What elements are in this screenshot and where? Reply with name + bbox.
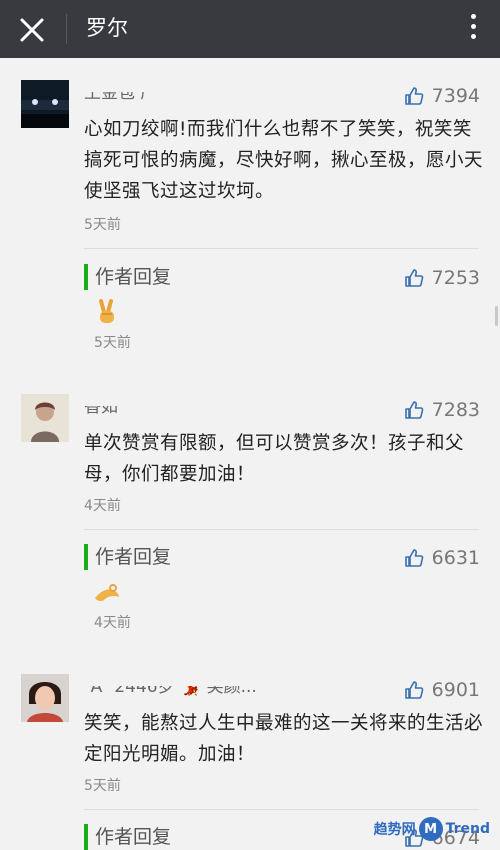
comment-username: 王金苞 严 xyxy=(79,80,162,103)
reply-time: 4天前 xyxy=(94,615,131,631)
thumbs-up-icon xyxy=(404,87,424,105)
like-count: 7394 xyxy=(431,85,480,107)
ok-hand-icon xyxy=(92,578,122,608)
avatar[interactable] xyxy=(21,674,69,722)
scrollbar[interactable] xyxy=(495,306,498,326)
more-button[interactable] xyxy=(468,14,478,44)
like-count: 6901 xyxy=(431,679,480,701)
close-button[interactable] xyxy=(14,12,50,48)
close-icon xyxy=(20,18,44,42)
watermark-text-right: Trend xyxy=(445,821,490,837)
thumbs-up-icon xyxy=(404,549,424,567)
reply-time: 5天前 xyxy=(94,335,131,351)
like-button[interactable]: 7283 xyxy=(404,398,480,422)
top-bar: 罗尔 xyxy=(0,0,500,58)
reply-like-count: 6631 xyxy=(431,547,480,569)
comment-text: 单次赞赏有限额，但可以赞赏多次！孩子和父母，你们都要加油！ xyxy=(84,433,465,485)
divider xyxy=(84,529,479,530)
reply-like-count: 7253 xyxy=(431,267,480,289)
comment-text: 心如刀绞啊!而我们什么也帮不了笑笑，祝笑笑搞死可恨的病魔，尽快好啊，揪心至极，愿… xyxy=(84,119,484,202)
comment-username: 香如 xyxy=(80,394,122,417)
more-vertical-icon xyxy=(468,14,478,39)
comment-time: 4天前 xyxy=(84,498,121,514)
watermark-badge: M xyxy=(418,817,443,841)
header-divider xyxy=(66,14,67,44)
author-reply-label: 作者回复 xyxy=(84,264,171,290)
thumbs-up-icon xyxy=(404,401,424,419)
thumbs-up-icon xyxy=(404,681,424,699)
like-button[interactable]: 7394 xyxy=(404,84,480,108)
comment-username: “A” 2446岁 💃 笑颜... xyxy=(80,674,261,697)
avatar[interactable] xyxy=(21,394,69,442)
watermark-text-left: 趋势网 xyxy=(373,822,416,838)
divider xyxy=(84,809,479,810)
author-reply-label: 作者回复 xyxy=(84,824,171,850)
like-count: 7283 xyxy=(431,399,480,421)
page-title: 罗尔 xyxy=(86,16,128,40)
comment-text: 笑笑，能熬过人生中最难的这一关将来的生活必定阳光明媚。加油！ xyxy=(84,713,484,765)
reply-like-button[interactable]: 6631 xyxy=(404,546,480,570)
victory-hand-icon xyxy=(92,298,122,328)
avatar[interactable] xyxy=(21,80,69,128)
divider xyxy=(84,248,479,249)
like-button[interactable]: 6901 xyxy=(404,678,480,702)
thumbs-up-icon xyxy=(404,269,424,287)
comment-time: 5天前 xyxy=(84,217,121,233)
author-reply-label: 作者回复 xyxy=(84,544,171,570)
reply-like-button[interactable]: 7253 xyxy=(404,266,480,290)
comment-time: 5天前 xyxy=(84,778,121,794)
watermark-logo: 趋势网 M Trend xyxy=(374,816,490,842)
